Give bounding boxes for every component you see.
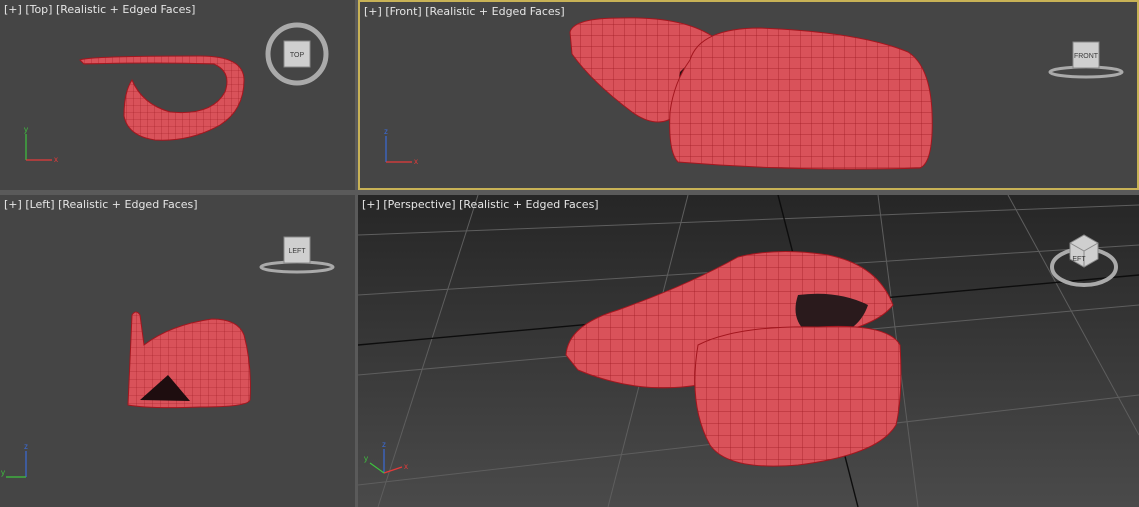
svg-text:x: x [414, 157, 418, 166]
viewport-left-canvas[interactable]: LEFT z y [0, 195, 355, 507]
viewport-front[interactable]: [+] [Front] [Realistic + Edged Faces] FR… [358, 0, 1139, 190]
viewcube-left-face-label: LEFT [288, 248, 306, 255]
svg-text:z: z [24, 442, 28, 451]
viewport-perspective-label: [+] [Perspective] [Realistic + Edged Fac… [362, 198, 599, 211]
viewport-left-menu-button[interactable]: [+] [4, 198, 22, 211]
viewcube-perspective-face-label: LEFT [1068, 256, 1086, 263]
viewcube-top-face-label: TOP [290, 52, 305, 59]
viewport-top-shading-button[interactable]: [Realistic + Edged Faces] [56, 3, 195, 16]
viewport-front-shading-button[interactable]: [Realistic + Edged Faces] [425, 5, 564, 18]
viewport-left-view-button[interactable]: [Left] [25, 198, 54, 211]
viewport-perspective-shading-button[interactable]: [Realistic + Edged Faces] [459, 198, 598, 211]
viewport-perspective[interactable]: [+] [Perspective] [Realistic + Edged Fac… [358, 195, 1139, 507]
viewport-top-menu-button[interactable]: [+] [4, 3, 22, 16]
axis-tripod-top: y x [24, 125, 58, 164]
svg-text:x: x [404, 462, 408, 471]
svg-text:x: x [54, 155, 58, 164]
viewport-left-label: [+] [Left] [Realistic + Edged Faces] [4, 198, 198, 211]
mesh-front-view[interactable] [569, 17, 933, 170]
svg-text:y: y [364, 454, 368, 463]
viewport-perspective-menu-button[interactable]: [+] [362, 198, 380, 211]
axis-tripod-front: z x [384, 127, 418, 166]
axis-tripod-left: z y [1, 442, 28, 478]
viewport-top-view-button[interactable]: [Top] [25, 3, 52, 16]
viewport-perspective-view-button[interactable]: [Perspective] [383, 198, 455, 211]
viewport-left[interactable]: [+] [Left] [Realistic + Edged Faces] LEF… [0, 195, 355, 507]
svg-text:y: y [1, 468, 5, 477]
viewport-front-menu-button[interactable]: [+] [364, 5, 382, 18]
viewport-front-canvas[interactable]: FRONT z x [360, 2, 1137, 188]
viewport-top[interactable]: [+] [Top] [Realistic + Edged Faces] TOP … [0, 0, 355, 190]
viewport-left-shading-button[interactable]: [Realistic + Edged Faces] [58, 198, 197, 211]
viewport-top-canvas[interactable]: TOP y x [0, 0, 355, 190]
svg-text:z: z [384, 127, 388, 136]
mesh-top-view[interactable] [79, 55, 245, 141]
svg-text:z: z [382, 440, 386, 449]
viewcube-left[interactable]: LEFT [259, 236, 335, 274]
viewport-front-label: [+] [Front] [Realistic + Edged Faces] [364, 5, 565, 18]
viewport-front-view-button[interactable]: [Front] [385, 5, 421, 18]
viewcube-front-face-label: FRONT [1074, 53, 1099, 60]
viewcube-front[interactable]: FRONT [1048, 41, 1124, 79]
svg-text:y: y [24, 125, 28, 134]
viewcube-top[interactable]: TOP [265, 22, 329, 86]
viewport-perspective-canvas[interactable]: LEFT z x y [358, 195, 1139, 507]
viewport-top-label: [+] [Top] [Realistic + Edged Faces] [4, 3, 195, 16]
mesh-left-view[interactable] [127, 311, 251, 409]
